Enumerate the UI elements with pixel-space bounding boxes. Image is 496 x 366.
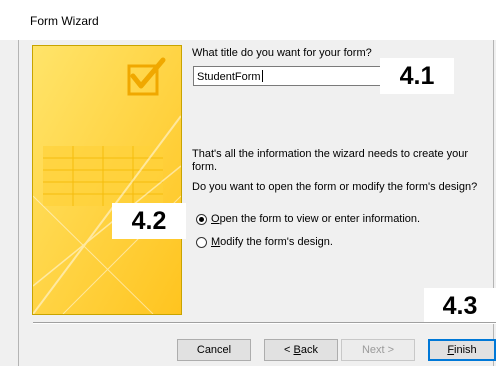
title-question-label: What title do you want for your form? bbox=[192, 47, 372, 59]
open-form-radio[interactable] bbox=[196, 213, 207, 225]
cancel-button[interactable]: Cancel bbox=[177, 339, 251, 361]
info-line-1: That's all the information the wizard ne… bbox=[192, 148, 469, 160]
next-button[interactable]: Next > bbox=[341, 339, 415, 361]
finish-button[interactable]: Finish bbox=[428, 339, 496, 361]
callout-4-3: 4.3 bbox=[424, 288, 496, 324]
modify-design-radio[interactable] bbox=[196, 236, 207, 248]
form-wizard-dialog: Form Wizard What title do you want for y… bbox=[0, 0, 496, 366]
open-or-modify-question: Do you want to open the form or modify t… bbox=[192, 181, 478, 193]
form-title-value: StudentForm bbox=[197, 71, 261, 83]
modify-design-label: Modify the form's design. bbox=[211, 236, 333, 248]
title-bar: Form Wizard bbox=[0, 0, 496, 40]
callout-4-2: 4.2 bbox=[112, 203, 186, 239]
modify-design-option[interactable]: Modify the form's design. bbox=[196, 234, 333, 250]
dialog-left-edge bbox=[18, 40, 19, 366]
open-form-label: Open the form to view or enter informati… bbox=[211, 213, 421, 225]
wizard-illustration bbox=[32, 45, 182, 315]
wizard-art-svg bbox=[33, 46, 181, 314]
callout-4-1: 4.1 bbox=[380, 58, 454, 94]
text-cursor bbox=[261, 70, 263, 82]
window-title: Form Wizard bbox=[30, 14, 99, 28]
button-separator-highlight bbox=[33, 323, 496, 324]
info-line-2: form. bbox=[192, 161, 218, 173]
open-form-option[interactable]: Open the form to view or enter informati… bbox=[196, 211, 420, 227]
back-button[interactable]: < Back bbox=[264, 339, 338, 361]
